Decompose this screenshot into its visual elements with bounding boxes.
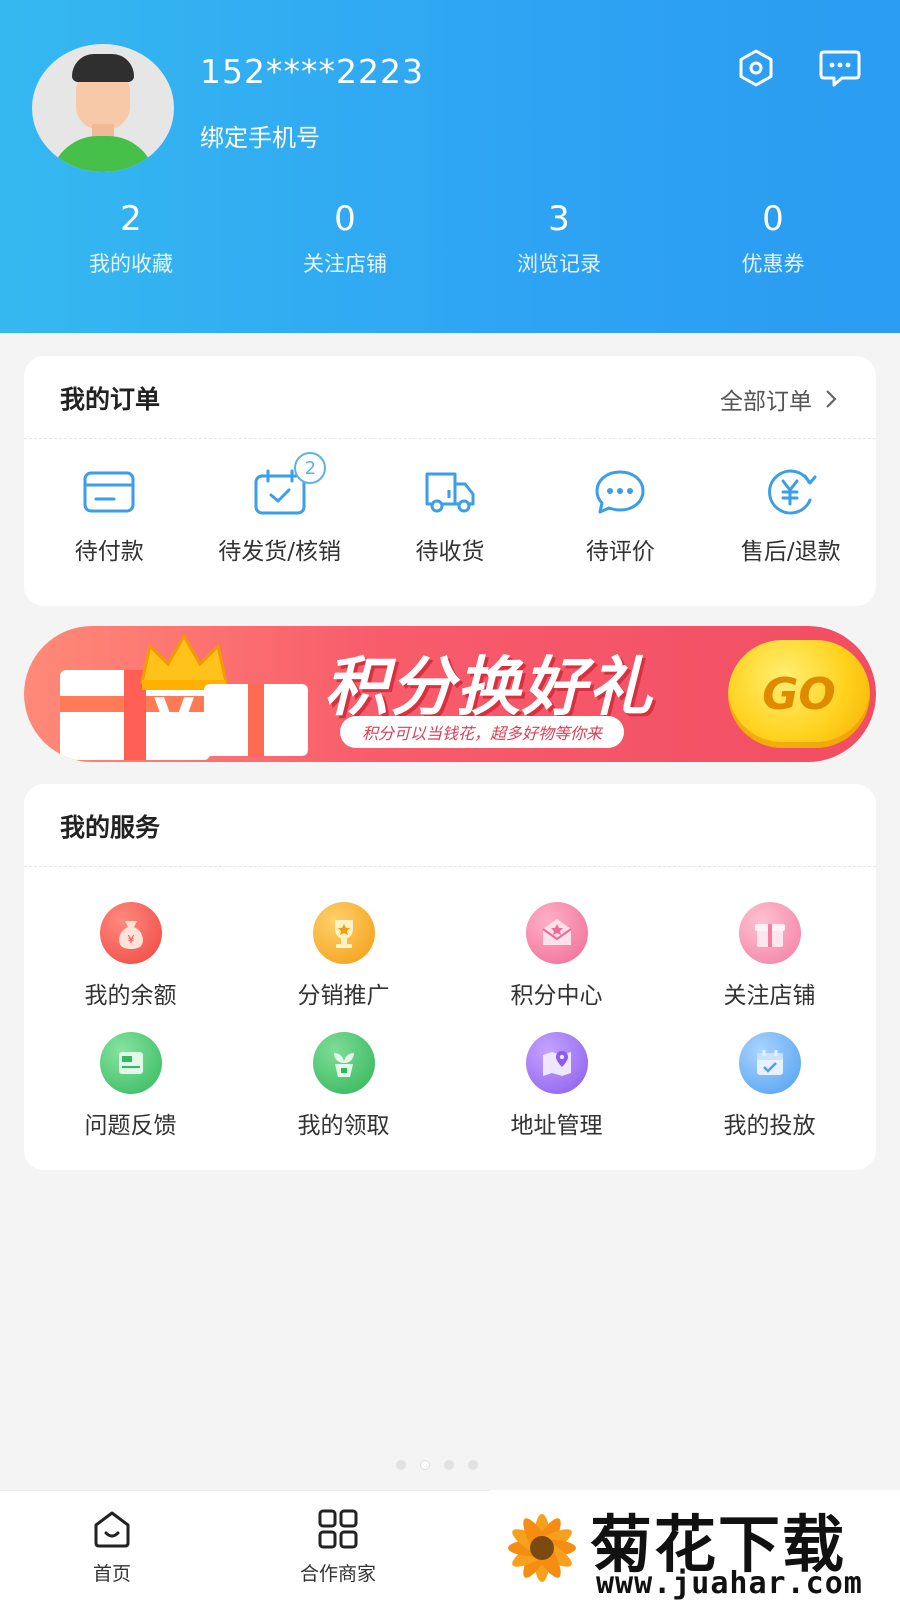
- stat-value: 0: [762, 199, 784, 239]
- service-feedback[interactable]: 问题反馈: [24, 1032, 237, 1140]
- all-orders-label: 全部订单: [720, 389, 812, 415]
- stat-coupons[interactable]: 0 优惠券: [666, 198, 880, 278]
- order-pending-review[interactable]: 待评价: [535, 466, 705, 566]
- order-label: 待收货: [415, 539, 485, 565]
- tab-label: 合作商家: [299, 1563, 376, 1585]
- page-dot: [444, 1460, 454, 1470]
- all-orders-link[interactable]: 全部订单: [720, 382, 838, 416]
- order-label: 待评价: [585, 539, 655, 565]
- stat-history[interactable]: 3 浏览记录: [452, 198, 666, 278]
- avatar[interactable]: [32, 44, 174, 172]
- services-title: 我的服务: [60, 813, 161, 842]
- order-pending-shipment[interactable]: 2 待发货/核销: [194, 452, 364, 566]
- service-balance[interactable]: ¥ 我的余额: [24, 902, 237, 1010]
- map-pin-icon: [525, 1032, 588, 1094]
- message-icon[interactable]: [818, 48, 862, 88]
- service-label: 积分中心: [510, 983, 603, 1009]
- page-dot-active: [420, 1460, 430, 1470]
- service-address[interactable]: 地址管理: [450, 1032, 663, 1140]
- order-label: 待付款: [74, 539, 144, 565]
- service-my-claims[interactable]: 我的领取: [237, 1032, 450, 1140]
- page-dot: [396, 1460, 406, 1470]
- service-followed-shops[interactable]: 关注店铺: [663, 902, 876, 1010]
- plant-pot-icon: [312, 1032, 375, 1094]
- gift-box-graphic: [204, 684, 308, 756]
- stat-label: 我的收藏: [89, 252, 173, 276]
- orders-title: 我的订单: [60, 385, 161, 414]
- orders-card: 我的订单 全部订单 待付款 2 待发货/核销 待收货 待评价 售后/退款: [24, 356, 876, 606]
- bind-phone-link[interactable]: 绑定手机号: [200, 118, 320, 153]
- order-label: 待发货/核销: [218, 539, 341, 565]
- services-grid: ¥ 我的余额 分销推广 积分中心 关注店铺 问题反馈 我的领取 地址管理 我的投…: [24, 902, 876, 1140]
- avatar-body: [50, 136, 156, 172]
- feedback-box-icon: [99, 1032, 162, 1094]
- avatar-hair: [72, 54, 134, 82]
- stat-value: 0: [334, 199, 356, 239]
- envelope-star-icon: [525, 902, 588, 964]
- settings-icon[interactable]: [734, 48, 778, 88]
- stat-value: 2: [120, 199, 142, 239]
- trophy-icon: [312, 902, 375, 964]
- banner-title: 积分换好礼: [324, 651, 654, 725]
- profile-header: 152****2223 绑定手机号 2 我的收藏 0 关注店铺 3 浏览记录 0…: [0, 0, 900, 333]
- stats-row: 2 我的收藏 0 关注店铺 3 浏览记录 0 优惠券: [0, 198, 900, 278]
- service-label: 我的余额: [84, 983, 177, 1009]
- stat-label: 关注店铺: [303, 252, 387, 276]
- service-label: 我的投放: [723, 1113, 816, 1139]
- divider: [24, 438, 876, 439]
- money-bag-icon: ¥: [99, 902, 162, 964]
- order-pending-receipt[interactable]: 待收货: [365, 466, 535, 566]
- service-label: 地址管理: [510, 1113, 603, 1139]
- calendar-icon: [738, 1032, 801, 1094]
- stat-followed-shops[interactable]: 0 关注店铺: [238, 198, 452, 278]
- home-icon: [94, 1511, 130, 1548]
- gift-box-icon: [738, 902, 801, 964]
- stat-value: 3: [548, 199, 570, 239]
- svg-text:¥: ¥: [127, 933, 134, 946]
- wallet-card-icon: [83, 471, 135, 513]
- services-card: 我的服务 ¥ 我的余额 分销推广 积分中心 关注店铺 问题反馈 我的领取 地址管…: [24, 784, 876, 1170]
- banner-subtitle: 积分可以当钱花，超多好物等你来: [340, 716, 625, 748]
- service-label: 关注店铺: [723, 983, 816, 1009]
- chevron-right-icon: [826, 390, 837, 408]
- order-pending-payment[interactable]: 待付款: [24, 466, 194, 566]
- yuan-refund-icon: [767, 469, 817, 515]
- points-exchange-banner[interactable]: V 积分换好礼 积分可以当钱花，超多好物等你来 GO: [24, 626, 876, 762]
- crown-icon: [140, 632, 228, 690]
- banner-go-button[interactable]: GO: [728, 640, 870, 748]
- grid-icon: [318, 1509, 358, 1549]
- chat-bubble-icon: [595, 470, 645, 514]
- order-status-row: 待付款 2 待发货/核销 待收货 待评价 售后/退款: [24, 452, 876, 566]
- tab-label: 首页: [92, 1563, 131, 1585]
- service-label: 问题反馈: [84, 1113, 177, 1139]
- order-label: 售后/退款: [740, 539, 841, 565]
- chrysanthemum-logo: [508, 1514, 576, 1582]
- order-after-sales[interactable]: 售后/退款: [706, 466, 876, 566]
- page-dot: [468, 1460, 478, 1470]
- user-phone: 152****2223: [200, 52, 424, 91]
- tab-partners[interactable]: 合作商家: [290, 1509, 386, 1586]
- service-label: 我的领取: [297, 1113, 390, 1139]
- tab-home[interactable]: 首页: [80, 1509, 144, 1586]
- v-logo-icon: V: [154, 688, 195, 748]
- truck-icon: [425, 472, 475, 513]
- stat-favorites[interactable]: 2 我的收藏: [24, 198, 238, 278]
- service-distribution[interactable]: 分销推广: [237, 902, 450, 1010]
- watermark-url: www.juahar.com: [596, 1566, 863, 1600]
- service-label: 分销推广: [297, 983, 390, 1009]
- site-watermark: 菊花下载网 www.juahar.com: [490, 1490, 900, 1600]
- divider: [24, 866, 876, 867]
- service-my-placement[interactable]: 我的投放: [663, 1032, 876, 1140]
- page-indicator: [396, 1460, 478, 1470]
- stat-label: 优惠券: [741, 252, 805, 276]
- stat-label: 浏览记录: [517, 252, 601, 276]
- service-points-center[interactable]: 积分中心: [450, 902, 663, 1010]
